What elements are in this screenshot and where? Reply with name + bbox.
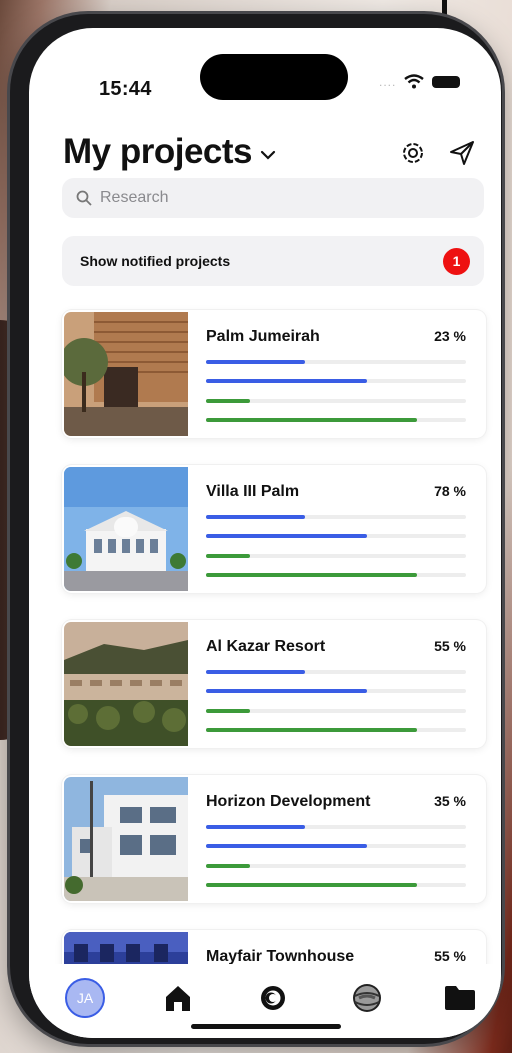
progress-fill [206, 883, 417, 887]
project-name: Villa III Palm [206, 483, 300, 500]
settings-button[interactable] [396, 136, 430, 170]
progress-track [206, 883, 466, 887]
project-name: Horizon Development [206, 793, 371, 810]
signal-dots: .... [379, 74, 397, 89]
notification-badge: 1 [443, 247, 470, 275]
notified-projects-label: Show notified projects [80, 253, 231, 269]
progress-fill [206, 825, 305, 829]
project-card[interactable]: Villa III Palm 78 % [62, 465, 486, 593]
search-icon [76, 190, 92, 206]
page-title: My projects [63, 132, 253, 171]
folder-icon [445, 986, 475, 1010]
progress-fill [206, 418, 417, 422]
progress-fill [206, 515, 305, 519]
tab-profile[interactable]: JA [63, 976, 107, 1020]
progress-track [206, 418, 466, 422]
progress-fill [206, 844, 368, 848]
progress-track [206, 554, 466, 558]
avatar[interactable]: JA [65, 978, 105, 1018]
project-thumbnail [64, 777, 188, 901]
battery-icon [432, 75, 461, 88]
page-header[interactable]: My projects [63, 132, 276, 172]
project-name: Mayfair Townhouse [206, 948, 355, 964]
paper-plane-icon [450, 141, 474, 165]
notified-projects-toggle[interactable]: Show notified projects 1 [62, 236, 484, 286]
progress-track [206, 709, 466, 713]
progress-track [206, 515, 466, 519]
progress-track [206, 360, 466, 364]
project-thumbnail [64, 932, 188, 964]
progress-track [206, 573, 466, 577]
home-indicator [191, 1024, 341, 1029]
progress-fill [206, 554, 251, 558]
phone-frame: 15:44 .... My projects S [10, 14, 502, 1044]
search-bar[interactable] [62, 178, 484, 218]
home-icon [166, 986, 190, 1011]
project-percent: 35 % [434, 793, 466, 809]
progress-fill [206, 728, 417, 732]
chevron-down-icon[interactable] [260, 150, 276, 160]
project-card[interactable]: Palm Jumeirah 23 % [62, 310, 486, 438]
project-percent: 23 % [434, 328, 466, 344]
progress-fill [206, 399, 251, 403]
tab-files[interactable] [438, 976, 482, 1020]
tab-explore[interactable] [345, 976, 389, 1020]
progress-fill [206, 379, 368, 383]
projects-list[interactable]: Palm Jumeirah 23 % Villa III Palm 78 % A… [29, 300, 501, 964]
project-thumbnail [64, 467, 188, 591]
globe-icon [353, 984, 381, 1012]
status-time: 15:44 [99, 78, 152, 100]
progress-track [206, 399, 466, 403]
dynamic-island [200, 54, 348, 100]
project-name: Al Kazar Resort [206, 638, 326, 655]
project-percent: 55 % [434, 948, 466, 964]
circle-icon [261, 986, 285, 1010]
project-percent: 78 % [434, 483, 466, 499]
progress-fill [206, 573, 417, 577]
project-name: Palm Jumeirah [206, 328, 320, 345]
progress-track [206, 670, 466, 674]
status-icons: .... [379, 74, 461, 89]
progress-fill [206, 689, 368, 693]
progress-fill [206, 670, 305, 674]
wifi-icon [404, 74, 425, 89]
send-button[interactable] [445, 136, 479, 170]
progress-track [206, 844, 466, 848]
search-input[interactable] [98, 188, 462, 208]
progress-track [206, 728, 466, 732]
progress-track [206, 864, 466, 868]
tab-home[interactable] [156, 976, 200, 1020]
progress-fill [206, 360, 305, 364]
project-percent: 55 % [434, 638, 466, 654]
gear-icon [403, 143, 423, 163]
project-card[interactable]: Horizon Development 35 % [62, 775, 486, 903]
progress-fill [206, 709, 251, 713]
progress-fill [206, 864, 251, 868]
progress-track [206, 379, 466, 383]
progress-fill [206, 534, 368, 538]
project-card[interactable]: Mayfair Townhouse 55 % [62, 930, 486, 964]
progress-track [206, 689, 466, 693]
progress-track [206, 825, 466, 829]
tab-activity[interactable] [251, 976, 295, 1020]
project-thumbnail [64, 622, 188, 746]
project-thumbnail [64, 312, 188, 436]
project-card[interactable]: Al Kazar Resort 55 % [62, 620, 486, 748]
phone-screen: 15:44 .... My projects S [29, 28, 501, 1038]
progress-track [206, 534, 466, 538]
